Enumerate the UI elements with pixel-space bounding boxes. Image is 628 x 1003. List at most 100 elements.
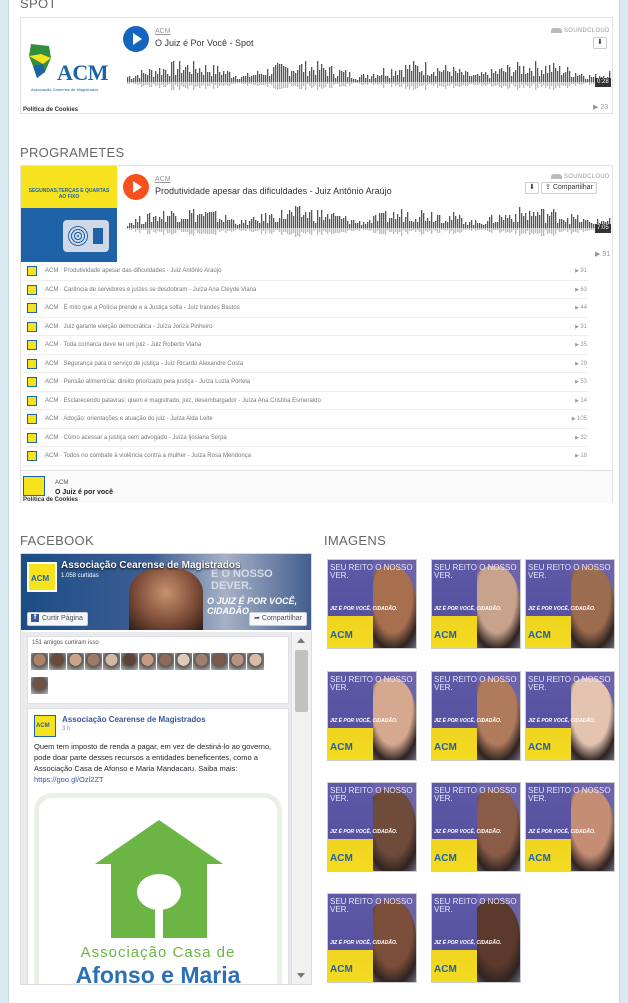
playlist: ACM · Produtividade apesar das dificulda… [23, 262, 589, 466]
gallery-image[interactable]: SEU REITO O NOSSO VER. JIZ É POR VOCÊ, CI… [525, 671, 615, 761]
playlist-item[interactable]: ACM · Juiz garante eleição democrática -… [23, 318, 589, 336]
post-time[interactable]: 3 h [62, 726, 70, 732]
gallery-image[interactable]: SEU REITO O NOSSO VER. JIZ É POR VOCÊ, CI… [431, 671, 521, 761]
playlist-item[interactable]: ACM · Produtividade apesar das dificulda… [23, 262, 589, 281]
playlist-item[interactable]: ACM · Pensão alimentícia: direito priori… [23, 373, 589, 392]
footer-thumb [23, 476, 45, 496]
playlist-item[interactable]: ACM · Todos no combate à violência contr… [23, 447, 589, 466]
playlist-item-title[interactable]: ACM · Pensão alimentícia: direito priori… [45, 373, 250, 391]
gallery-image[interactable]: SEU REITO O NOSSO VER. JIZ É POR VOCÊ, CI… [525, 559, 615, 649]
facebook-feed[interactable]: 151 amigos curtiram isso ACM Associação … [21, 632, 311, 984]
friend-avatar[interactable] [49, 653, 66, 670]
friend-avatar[interactable] [139, 653, 156, 670]
gallery-image[interactable]: SEU REITO O NOSSO VER. JIZ É POR VOCÊ, CI… [327, 893, 417, 983]
play-button[interactable] [123, 26, 149, 52]
gallery-image[interactable]: SEU REITO O NOSSO VER. JIZ É POR VOCÊ, CI… [327, 559, 417, 649]
download-button[interactable]: ⬇ [525, 182, 539, 194]
post-avatar[interactable]: ACM [34, 715, 56, 737]
player-footer: ACM O Juiz é por você Política de Cookie… [21, 470, 612, 503]
page-name[interactable]: Associação Cearense de Magistrados [61, 560, 241, 571]
footer-title[interactable]: O Juiz é por você [55, 489, 113, 496]
gallery-image[interactable]: SEU REITO O NOSSO VER. JIZ É POR VOCÊ, CI… [327, 671, 417, 761]
soundcloud-player-programetes: SEGUNDAS,TERÇAS E QUARTAS AO FIXO ACM Pr… [20, 165, 613, 503]
gallery-image[interactable]: SEU REITO O NOSSO VER. JIZ É POR VOCÊ, CI… [525, 782, 615, 872]
scroll-down-icon[interactable] [297, 973, 305, 978]
gallery-image[interactable]: SEU REITO O NOSSO VER. JIZ É POR VOCÊ, CI… [431, 893, 521, 983]
like-page-button[interactable]: f Curtir Página [27, 612, 88, 626]
cookie-policy-link[interactable]: Política de Cookies [23, 497, 78, 503]
playlist-item[interactable]: ACM · Carência de servidores e juízes se… [23, 281, 589, 299]
track-thumb [27, 303, 37, 313]
gallery-image[interactable]: SEU REITO O NOSSO VER. JIZ É POR VOCÊ, CI… [327, 782, 417, 872]
playlist-item-title[interactable]: ACM · Todos no combate à violência contr… [45, 447, 251, 465]
playlist-item-title[interactable]: ACM · Carência de servidores e juízes se… [45, 281, 256, 299]
acm-logo-text: ACM [57, 60, 109, 85]
track-duration: 0:28 [595, 78, 611, 87]
artwork-text: SEGUNDAS,TERÇAS E QUARTAS AO FIXO [28, 188, 110, 200]
friends-box: 151 amigos curtiram isso [27, 636, 289, 704]
gallery-image[interactable]: SEU REITO O NOSSO VER. JIZ É POR VOCÊ, CI… [431, 782, 521, 872]
gallery-image[interactable]: SEU REITO O NOSSO VER. JIZ É POR VOCÊ, CI… [431, 559, 521, 649]
playlist-item-plays: 35 [575, 336, 587, 354]
playlist-item-title[interactable]: ACM · Como acessar a justiça sem advogad… [45, 429, 227, 447]
page: SPOT ACM Associação Cearense de Magistra… [8, 0, 620, 1003]
page-avatar[interactable]: ACM [27, 562, 57, 592]
cookie-policy-link[interactable]: Política de Cookies [23, 107, 78, 113]
waveform[interactable] [127, 206, 611, 238]
friend-avatar[interactable] [31, 677, 48, 694]
play-button[interactable] [123, 174, 149, 200]
track-duration: 7:05 [595, 224, 611, 233]
soundcloud-logo[interactable]: SOUNDCLOUD [551, 174, 610, 180]
playlist-item-title[interactable]: ACM · Juiz garante eleição democrática -… [45, 318, 212, 336]
section-title-imagens: IMAGENS [324, 533, 387, 548]
friend-avatar[interactable] [193, 653, 210, 670]
friend-avatar[interactable] [103, 653, 120, 670]
acm-logo-subtitle: Associação Cearense de Magistrados [31, 87, 99, 92]
track-thumb [27, 451, 37, 461]
friend-avatar[interactable] [157, 653, 174, 670]
friend-avatar[interactable] [31, 653, 48, 670]
download-button[interactable]: ⬇ [593, 37, 607, 49]
tile-tagline: JIZ É POR VOCÊ, CIDADÃO. [434, 718, 502, 724]
playlist-item[interactable]: ACM · Esclarecendo palavras: quem é magi… [23, 392, 589, 410]
share-button[interactable]: ⇪ Compartilhar [541, 182, 597, 194]
post-image[interactable]: Associação Casa de Afonso e Maria [34, 793, 282, 984]
scroll-up-icon[interactable] [297, 638, 305, 643]
playlist-item-title[interactable]: ACM · É mito que a Polícia prende e a Ju… [45, 299, 240, 317]
tile-slogan: SEU REITO O NOSSO VER. [434, 563, 517, 580]
friend-avatar[interactable] [247, 653, 264, 670]
track-title[interactable]: O Juiz é Por Você - Spot [155, 38, 254, 48]
friend-avatar[interactable] [229, 653, 246, 670]
friend-avatar[interactable] [121, 653, 138, 670]
track-user[interactable]: ACM [155, 176, 171, 183]
soundcloud-logo[interactable]: SOUNDCLOUD [551, 28, 610, 34]
friend-avatar[interactable] [175, 653, 192, 670]
waveform-bars [127, 61, 611, 90]
playlist-item-title[interactable]: ACM · Adoção: orientações e atuação do j… [45, 410, 213, 428]
scroll-thumb[interactable] [295, 650, 308, 712]
waveform[interactable] [127, 60, 611, 92]
playlist-item[interactable]: ACM · É mito que a Polícia prende e a Ju… [23, 299, 589, 318]
footer-user[interactable]: ACM [55, 480, 68, 486]
playlist-item[interactable]: ACM · Segurança para o serviço de justiç… [23, 355, 589, 373]
post-author[interactable]: Associação Cearense de Magistrados [62, 715, 206, 724]
facebook-cover[interactable]: É O NOSSO DEVER. O JUIZ É POR VOCÊ, CIDA… [21, 554, 311, 630]
post-link[interactable]: https://goo.gl/Ozl2ZT [34, 775, 104, 784]
playlist-item-title[interactable]: ACM · Produtividade apesar das dificulda… [45, 262, 221, 280]
playlist-item[interactable]: ACM · Toda comarca deve ter um juiz - Ju… [23, 336, 589, 355]
playlist-item-title[interactable]: ACM · Toda comarca deve ter um juiz - Ju… [45, 336, 201, 354]
friend-avatar[interactable] [85, 653, 102, 670]
share-page-button[interactable]: ➦ Compartilhar [249, 612, 307, 626]
track-thumb [27, 377, 37, 387]
playlist-item-title[interactable]: ACM · Segurança para o serviço de justiç… [45, 355, 243, 373]
friend-avatar[interactable] [67, 653, 84, 670]
playlist-item[interactable]: ACM · Adoção: orientações e atuação do j… [23, 410, 589, 429]
track-title[interactable]: Produtividade apesar das dificuldades - … [155, 186, 392, 196]
track-user[interactable]: ACM [155, 28, 171, 35]
friend-avatar[interactable] [211, 653, 228, 670]
playlist-item-title[interactable]: ACM · Esclarecendo palavras: quem é magi… [45, 392, 321, 410]
feed-scrollbar[interactable] [291, 632, 311, 984]
tile-tagline: JIZ É POR VOCÊ, CIDADÃO. [528, 606, 596, 612]
track-thumb [27, 321, 37, 332]
playlist-item[interactable]: ACM · Como acessar a justiça sem advogad… [23, 429, 589, 447]
